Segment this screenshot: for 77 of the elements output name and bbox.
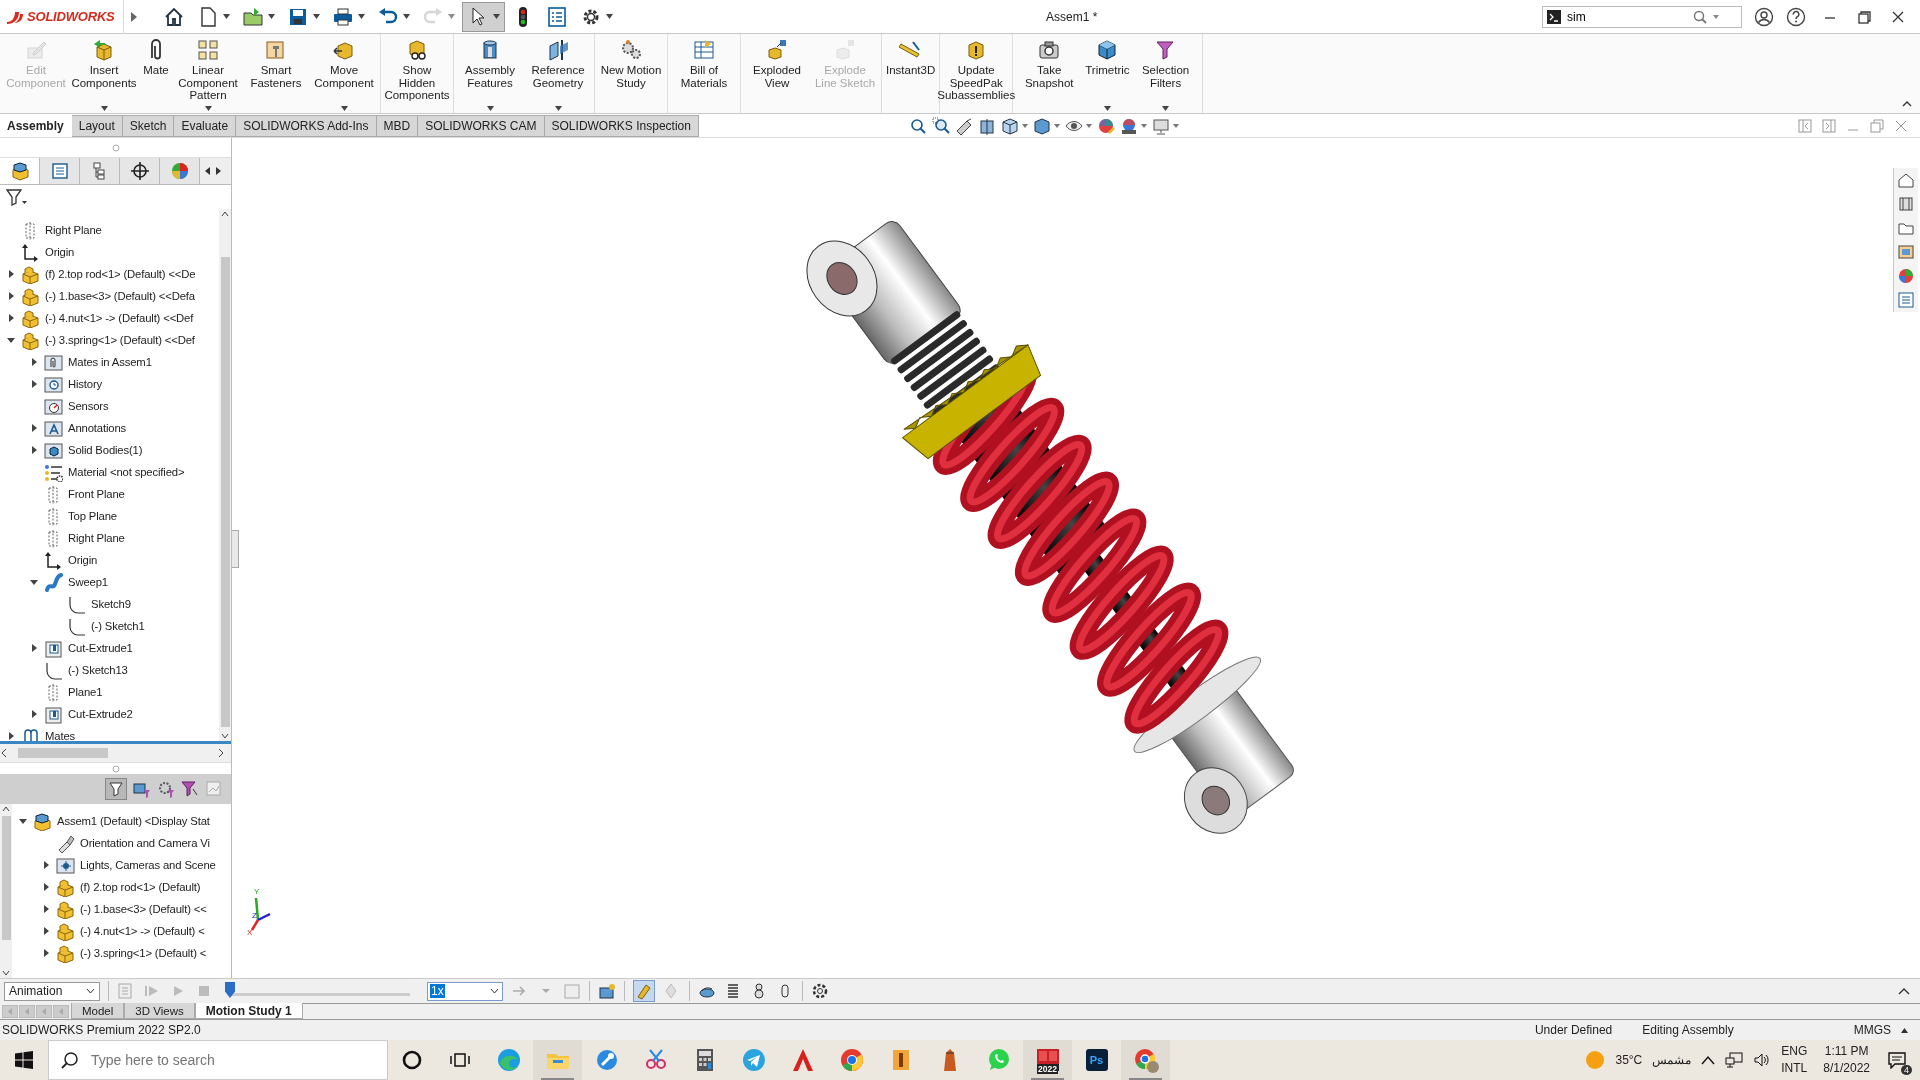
playback-speed-dropdown[interactable]: 1x bbox=[427, 981, 503, 1001]
ribbon-button[interactable]: Take Snapshot bbox=[1015, 34, 1084, 113]
tree-item[interactable]: Cut-Extrude1 bbox=[68, 642, 133, 654]
ribbon-tab[interactable]: SOLIDWORKS Inspection bbox=[544, 115, 699, 137]
ribbon-button[interactable]: Bill of Materials bbox=[670, 34, 738, 113]
document-title: Assem1 * bbox=[1046, 10, 1098, 24]
document-tab[interactable]: 3D Views bbox=[124, 1003, 195, 1019]
tree-item[interactable]: Annotations bbox=[68, 422, 127, 434]
tree-item[interactable]: (-) 3.spring<1> (Default) <<Def bbox=[45, 334, 195, 346]
tree-item[interactable]: (-) Sketch1 bbox=[91, 620, 145, 632]
tree-item[interactable]: Lights, Cameras and Scene bbox=[80, 859, 216, 871]
command-search-field[interactable]: sim bbox=[1542, 5, 1742, 28]
tree-item[interactable]: Right Plane bbox=[45, 224, 102, 236]
ribbon-tab[interactable]: Sketch bbox=[122, 115, 175, 137]
clock[interactable]: 1:11 PM 8/1/2022 bbox=[1823, 1043, 1870, 1077]
ribbon-button[interactable]: Move Component bbox=[310, 34, 378, 113]
ribbon-button[interactable]: Assembly Features bbox=[456, 34, 524, 113]
document-tab[interactable]: Motion Study 1 bbox=[194, 1003, 303, 1019]
ribbon-button[interactable]: Linear Component Pattern bbox=[174, 34, 242, 113]
units-text[interactable]: MMGS bbox=[1853, 1023, 1891, 1037]
tree-item[interactable]: Mates in Assem1 bbox=[68, 356, 152, 368]
tree-item[interactable]: History bbox=[68, 378, 103, 390]
axis-label: Y bbox=[254, 887, 260, 896]
tree-item[interactable]: Sweep1 bbox=[68, 576, 108, 588]
weather-text[interactable]: مشمس bbox=[1652, 1053, 1692, 1067]
tree-item[interactable]: (-) Sketch13 bbox=[68, 664, 128, 676]
tree-item[interactable]: Cut-Extrude2 bbox=[68, 708, 133, 720]
study-type-dropdown[interactable]: Animation bbox=[4, 981, 100, 1001]
ribbon-button[interactable]: Reference Geometry bbox=[524, 34, 592, 113]
taskbar-app[interactable]: 2022 bbox=[1023, 1040, 1072, 1080]
ribbon-button[interactable]: New Motion Study bbox=[597, 34, 665, 113]
status-text: Under Defined bbox=[1534, 1023, 1613, 1037]
tree-item[interactable]: Orientation and Camera Vi bbox=[80, 837, 210, 849]
ribbon-tab[interactable]: Layout bbox=[71, 115, 123, 137]
status-text: SOLIDWORKS Premium 2022 SP2.0 bbox=[2, 1023, 201, 1037]
ribbon-button[interactable]: Insert Components bbox=[70, 34, 138, 113]
status-text: Editing Assembly bbox=[1642, 1023, 1734, 1037]
ribbon-button[interactable]: Show Hidden Components bbox=[383, 34, 451, 113]
ribbon-button[interactable]: Mate bbox=[138, 34, 174, 113]
temperature-text[interactable]: 35°C bbox=[1615, 1053, 1643, 1067]
tree-item[interactable]: Mates bbox=[45, 730, 75, 741]
tree-item[interactable]: Material <not specified> bbox=[68, 466, 185, 478]
ribbon-button[interactable]: Trimetric bbox=[1083, 34, 1132, 113]
tree-item[interactable]: (f) 2.top rod<1> (Default) <<De bbox=[45, 268, 196, 280]
tree-item[interactable]: Right Plane bbox=[68, 532, 125, 544]
tree-item[interactable]: (-) 3.spring<1> (Default) < bbox=[80, 947, 207, 959]
tree-item[interactable]: Sensors bbox=[68, 400, 109, 412]
search-input[interactable]: Type here to search bbox=[89, 1051, 373, 1069]
tree-item[interactable]: Origin bbox=[68, 554, 98, 566]
notification-count: 4 bbox=[1901, 1065, 1912, 1075]
tree-item[interactable]: (-) 4.nut<1> -> (Default) <<Def bbox=[45, 312, 194, 324]
ribbon-tab[interactable]: MBD bbox=[376, 115, 419, 137]
document-tab[interactable]: Model bbox=[71, 1003, 125, 1019]
app-logo: SOLIDWORKS bbox=[27, 9, 115, 24]
tree-item[interactable]: Top Plane bbox=[68, 510, 117, 522]
ribbon-button[interactable]: Exploded View bbox=[743, 34, 811, 113]
tree-item[interactable]: (-) 1.base<3> (Default) << bbox=[80, 903, 207, 915]
axis-label: Z bbox=[252, 911, 257, 920]
tree-item[interactable]: (-) 1.base<3> (Default) <<Defa bbox=[45, 290, 195, 302]
tree-item[interactable]: Front Plane bbox=[68, 488, 125, 500]
ribbon-button[interactable]: Selection Filters bbox=[1131, 34, 1200, 113]
taskbar-app[interactable]: Ps bbox=[1072, 1040, 1121, 1080]
tree-item[interactable]: Plane1 bbox=[68, 686, 103, 698]
language-indicator[interactable]: ENG INTL bbox=[1781, 1043, 1808, 1077]
tree-item[interactable]: Origin bbox=[45, 246, 75, 258]
axis-label: X bbox=[247, 928, 253, 936]
ribbon-button[interactable]: Instant3D bbox=[884, 34, 938, 113]
tree-item[interactable]: (-) 4.nut<1> -> (Default) < bbox=[80, 925, 205, 937]
tree-item[interactable]: Solid Bodies(1) bbox=[68, 444, 143, 456]
taskbar-search-field[interactable]: Type here to search bbox=[48, 1040, 388, 1080]
ribbon-tab[interactable]: SOLIDWORKS CAM bbox=[418, 115, 545, 137]
tree-item[interactable]: Sketch9 bbox=[91, 598, 131, 610]
tree-item[interactable]: (f) 2.top rod<1> (Default) bbox=[80, 881, 201, 893]
ribbon-tab[interactable]: Evaluate bbox=[174, 115, 237, 137]
tree-item[interactable]: Assem1 (Default) <Display Stat bbox=[57, 815, 210, 827]
ribbon-tab[interactable]: SOLIDWORKS Add-Ins bbox=[236, 115, 377, 137]
ribbon-button[interactable]: Smart Fasteners bbox=[242, 34, 310, 113]
